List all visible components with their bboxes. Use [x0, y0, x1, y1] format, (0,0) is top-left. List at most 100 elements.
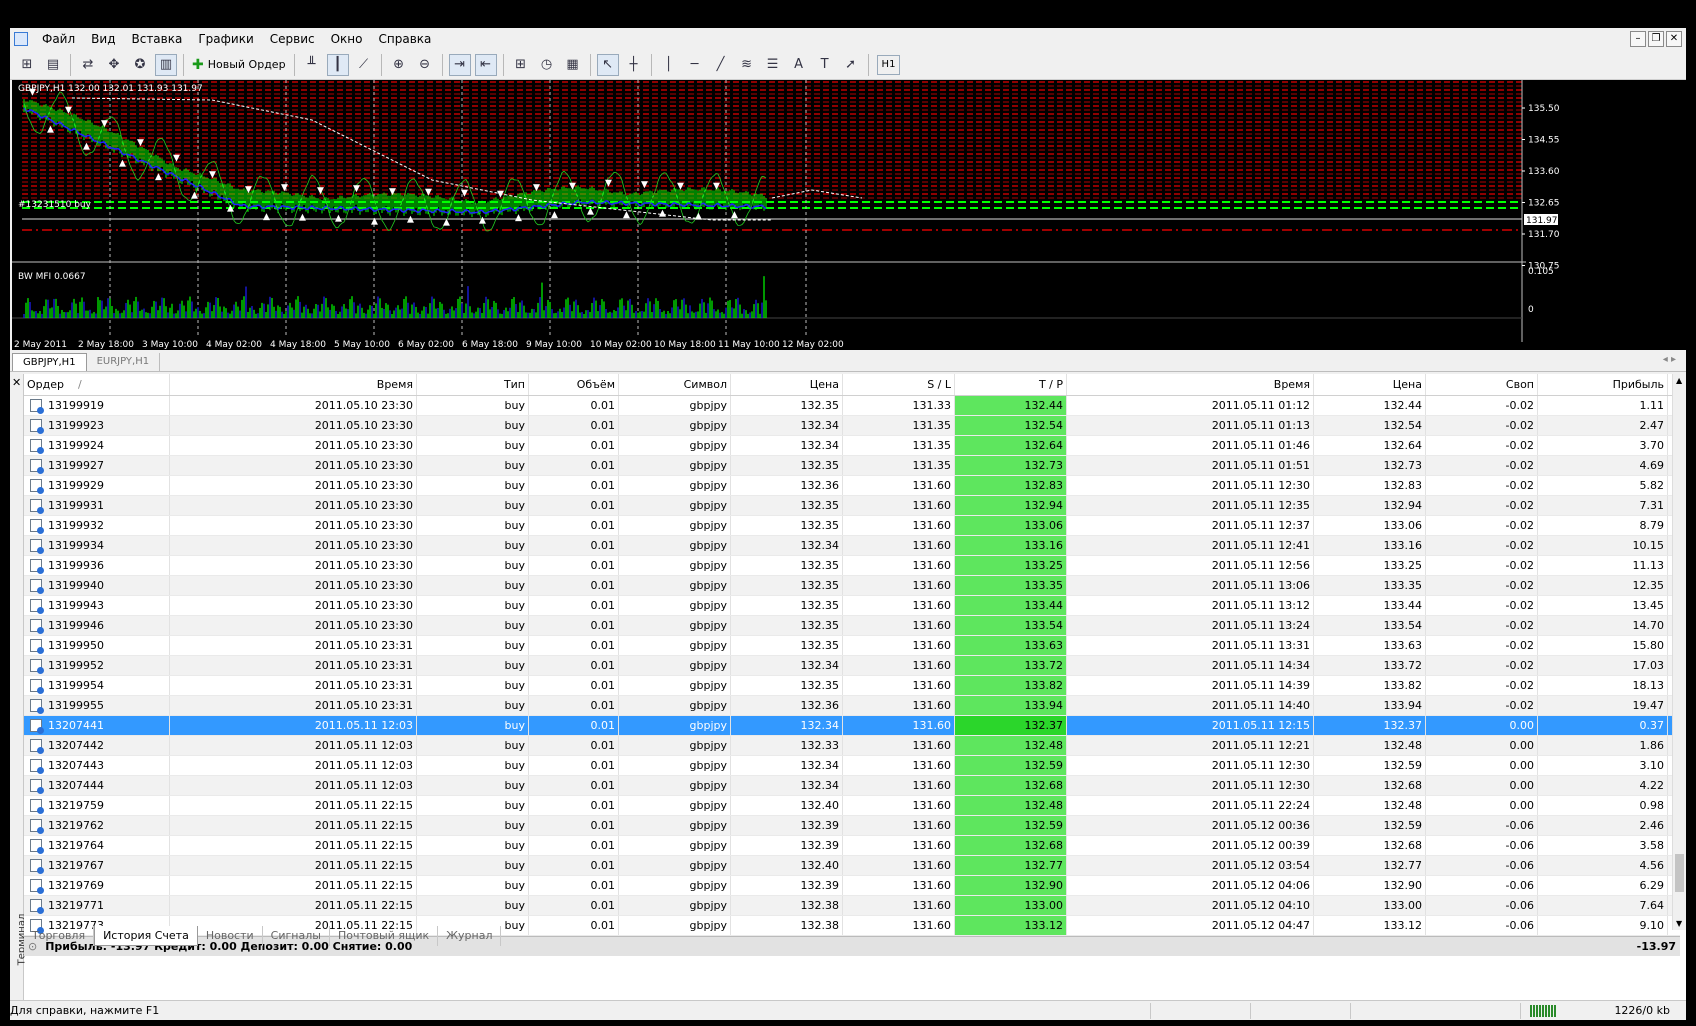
table-row[interactable]: 13219764 2011.05.11 22:15 buy 0.01 gbpjpy 132…	[24, 836, 1680, 856]
cell-open-time: 2011.05.11 12:03	[170, 756, 417, 775]
price-chart[interactable]: ▼ ▲ ▼ ▲ ▼ ▲ ▼ ▲ ▼ ▲ ▼ ▲ ▼ ▲ ▼ ▲ ▼ ▲ ▼ ▲ ▼ ▲ ▼ ▲ ▼ ▲ ▼ ▲ ▼ ▲ ▼ ▲ ▼ ▲ ▼ ▲ ▼ ▲ ▼ ▲…	[12, 80, 1686, 350]
periods-icon[interactable]: ◷	[536, 54, 558, 76]
menu-file[interactable]: Файл	[34, 28, 83, 50]
text-icon[interactable]: A	[788, 54, 810, 76]
table-row[interactable]: 13199954 2011.05.10 23:31 buy 0.01 gbpjpy 132…	[24, 676, 1680, 696]
tab-trade[interactable]: Торговля	[24, 926, 95, 946]
table-row[interactable]: 13207442 2011.05.11 12:03 buy 0.01 gbpjpy 132…	[24, 736, 1680, 756]
col-close-price[interactable]: Цена	[1314, 374, 1426, 395]
trendline-icon[interactable]: ╱	[710, 54, 732, 76]
col-symbol[interactable]: Символ	[619, 374, 731, 395]
table-row[interactable]: 13199940 2011.05.10 23:30 buy 0.01 gbpjpy 132…	[24, 576, 1680, 596]
table-row[interactable]: 13199934 2011.05.10 23:30 buy 0.01 gbpjpy 132…	[24, 536, 1680, 556]
auto-scroll-icon[interactable]: ⇥	[448, 53, 471, 76]
tab-mailbox[interactable]: Почтовый ящик	[330, 926, 439, 946]
tab-account-history[interactable]: История Счета	[94, 926, 198, 946]
cursor-icon[interactable]: ↖	[596, 53, 619, 76]
col-order[interactable]: Ордер /	[24, 374, 170, 395]
table-row[interactable]: 13207441 2011.05.11 12:03 buy 0.01 gbpjpy 132…	[24, 716, 1680, 736]
zoom-out-icon[interactable]: ⊖	[414, 54, 436, 76]
terminal-icon[interactable]: ▥	[155, 53, 177, 76]
profiles-icon[interactable]: ▤	[42, 54, 64, 76]
cell-volume: 0.01	[529, 476, 619, 495]
table-row[interactable]: 13199924 2011.05.10 23:30 buy 0.01 gbpjpy 132…	[24, 436, 1680, 456]
col-volume[interactable]: Объём	[529, 374, 619, 395]
table-row[interactable]: 13199950 2011.05.10 23:31 buy 0.01 gbpjpy 132…	[24, 636, 1680, 656]
restore-icon[interactable]: ❐	[1648, 31, 1664, 47]
cell-volume: 0.01	[529, 896, 619, 915]
col-profit[interactable]: Прибыль	[1538, 374, 1668, 395]
col-close-time[interactable]: Время	[1067, 374, 1314, 395]
timeframe-button[interactable]: H1	[876, 54, 901, 75]
table-row[interactable]: 13199932 2011.05.10 23:30 buy 0.01 gbpjpy 132…	[24, 516, 1680, 536]
menu-view[interactable]: Вид	[83, 28, 123, 50]
tab-journal[interactable]: Журнал	[438, 926, 502, 946]
horizontal-line-icon[interactable]: ─	[684, 54, 706, 76]
templates-icon[interactable]: ▦	[562, 54, 584, 76]
channels-icon[interactable]: ≋	[736, 54, 758, 76]
close-icon[interactable]: ✕	[1666, 31, 1682, 47]
chart-tab-gbpjpy[interactable]: GBPJPY,H1	[12, 353, 87, 371]
new-order-button[interactable]: ✚ Новый Ордер	[188, 54, 290, 76]
navigator-icon[interactable]: ✥	[103, 54, 125, 76]
col-open-time[interactable]: Время	[170, 374, 417, 395]
cell-type: buy	[417, 576, 529, 595]
fibonacci-icon[interactable]: ☰	[762, 54, 784, 76]
table-row[interactable]: 13207443 2011.05.11 12:03 buy 0.01 gbpjpy 132…	[24, 756, 1680, 776]
table-row[interactable]: 13199943 2011.05.10 23:30 buy 0.01 gbpjpy 132…	[24, 596, 1680, 616]
bar-chart-icon[interactable]: ╨	[301, 54, 323, 76]
table-row[interactable]: 13199927 2011.05.10 23:30 buy 0.01 gbpjpy 132…	[24, 456, 1680, 476]
zoom-in-icon[interactable]: ⊕	[388, 54, 410, 76]
price-tick: 133.60	[1528, 167, 1560, 177]
crosshair-icon[interactable]: ┼	[623, 54, 645, 76]
cell-open-time: 2011.05.10 23:30	[170, 536, 417, 555]
table-row[interactable]: 13199923 2011.05.10 23:30 buy 0.01 gbpjpy 132…	[24, 416, 1680, 436]
menu-tools[interactable]: Сервис	[262, 28, 323, 50]
candlestick-icon[interactable]: ┃	[326, 53, 349, 76]
menu-insert[interactable]: Вставка	[123, 28, 190, 50]
tab-signals[interactable]: Сигналы	[263, 926, 330, 946]
table-row[interactable]: 13199955 2011.05.10 23:31 buy 0.01 gbpjpy 132…	[24, 696, 1680, 716]
col-sl[interactable]: S / L	[843, 374, 955, 395]
table-row[interactable]: 13219762 2011.05.11 22:15 buy 0.01 gbpjpy 132…	[24, 816, 1680, 836]
menu-window[interactable]: Окно	[323, 28, 371, 50]
col-swap[interactable]: Своп	[1426, 374, 1538, 395]
vertical-scrollbar[interactable]: ▲ ▼	[1672, 374, 1686, 930]
table-row[interactable]: 13219767 2011.05.11 22:15 buy 0.01 gbpjpy 132…	[24, 856, 1680, 876]
text-label-icon[interactable]: T	[814, 54, 836, 76]
tab-scroll-arrows[interactable]: ◂ ▸	[1663, 354, 1676, 365]
col-open-price[interactable]: Цена	[731, 374, 843, 395]
new-chart-icon[interactable]: ⊞	[16, 54, 38, 76]
table-row[interactable]: 13219771 2011.05.11 22:15 buy 0.01 gbpjpy 132…	[24, 896, 1680, 916]
chart-shift-icon[interactable]: ⇤	[474, 53, 497, 76]
data-window-icon[interactable]: ✪	[129, 54, 151, 76]
market-watch-icon[interactable]: ⇄	[77, 54, 99, 76]
table-row[interactable]: 13219769 2011.05.11 22:15 buy 0.01 gbpjpy 132…	[24, 876, 1680, 896]
minimize-icon[interactable]: –	[1630, 31, 1646, 47]
indicators-icon[interactable]: ⊞	[510, 54, 532, 76]
table-row[interactable]: 13207444 2011.05.11 12:03 buy 0.01 gbpjpy 132…	[24, 776, 1680, 796]
close-icon[interactable]: ✕	[12, 376, 21, 389]
tab-news[interactable]: Новости	[198, 926, 263, 946]
table-row[interactable]: 13199929 2011.05.10 23:30 buy 0.01 gbpjpy 132…	[24, 476, 1680, 496]
menu-charts[interactable]: Графики	[190, 28, 261, 50]
menu-help[interactable]: Справка	[371, 28, 440, 50]
scroll-up-icon[interactable]: ▲	[1676, 376, 1682, 385]
chart-tab-eurjpy[interactable]: EURJPY,H1	[87, 353, 161, 371]
arrows-icon[interactable]: ➚	[840, 54, 862, 76]
line-chart-icon[interactable]: ⟋	[353, 54, 375, 76]
scroll-thumb[interactable]	[1675, 854, 1684, 892]
vertical-line-icon[interactable]: │	[658, 54, 680, 76]
table-row[interactable]: 13199952 2011.05.10 23:31 buy 0.01 gbpjpy 132…	[24, 656, 1680, 676]
cell-open-price: 132.35	[731, 676, 843, 695]
col-tp[interactable]: T / P	[955, 374, 1067, 395]
cell-order: 13219764	[24, 836, 170, 855]
table-row[interactable]: 13219759 2011.05.11 22:15 buy 0.01 gbpjpy 132…	[24, 796, 1680, 816]
table-row[interactable]: 13199946 2011.05.10 23:30 buy 0.01 gbpjpy 132…	[24, 616, 1680, 636]
cell-open-price: 132.35	[731, 636, 843, 655]
cell-close-time: 2011.05.11 12:15	[1067, 716, 1314, 735]
table-row[interactable]: 13199931 2011.05.10 23:30 buy 0.01 gbpjpy 132…	[24, 496, 1680, 516]
col-type[interactable]: Тип	[417, 374, 529, 395]
table-row[interactable]: 13199936 2011.05.10 23:30 buy 0.01 gbpjpy 132…	[24, 556, 1680, 576]
table-row[interactable]: 13199919 2011.05.10 23:30 buy 0.01 gbpjpy 132…	[24, 396, 1680, 416]
